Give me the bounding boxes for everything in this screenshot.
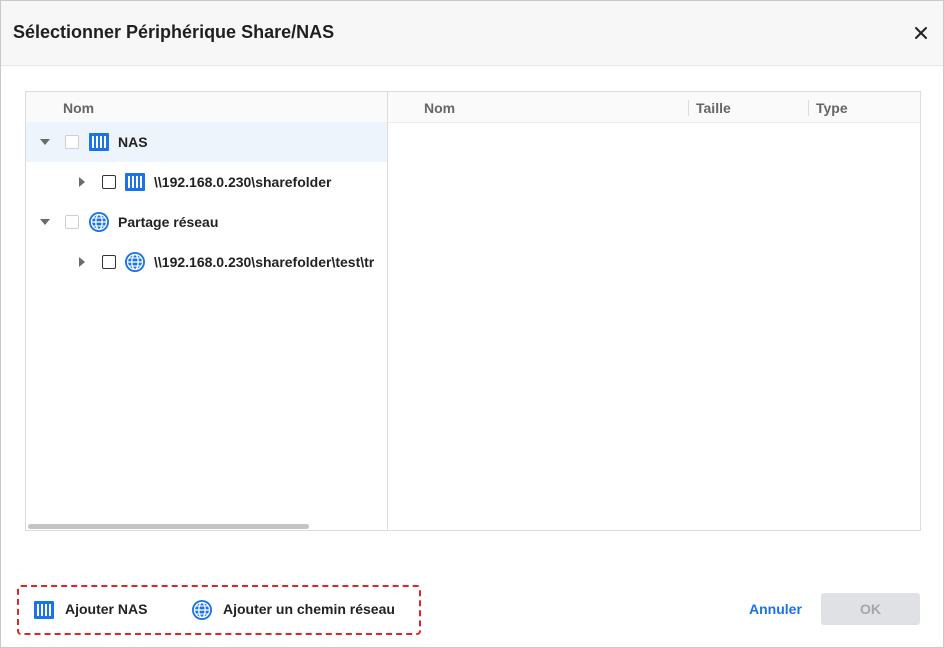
list-header: Nom Taille Type — [388, 92, 920, 123]
close-button[interactable] — [907, 19, 935, 47]
select-share-nas-dialog: Sélectionner Périphérique Share/NAS Nom — [0, 0, 944, 648]
add-actions-group: Ajouter NAS Ajouter un chemin réseau — [17, 585, 421, 635]
tree-header: Nom — [26, 92, 387, 122]
expand-arrow-icon[interactable] — [39, 216, 51, 228]
column-separator[interactable] — [688, 100, 689, 116]
tree-column-name[interactable]: Nom — [63, 100, 94, 116]
nas-icon — [34, 601, 54, 619]
add-nas-label: Ajouter NAS — [65, 601, 148, 617]
tree-item-checkbox[interactable] — [102, 175, 116, 189]
add-nas-button[interactable]: Ajouter NAS — [33, 597, 163, 623]
expand-arrow-icon[interactable] — [39, 136, 51, 148]
tree-item-network-path[interactable]: \\192.168.0.230\sharefolder\test\tr — [26, 242, 387, 282]
ok-button[interactable]: OK — [821, 593, 920, 625]
tree-item-nas-sharefolder[interactable]: \\192.168.0.230\sharefolder — [26, 162, 387, 202]
add-network-path-label: Ajouter un chemin réseau — [223, 601, 395, 617]
browser-panel: Nom NAS \\192.168.0.230\sharefolder Part… — [25, 91, 921, 531]
tree-item-label: \\192.168.0.230\sharefolder — [154, 174, 332, 190]
close-icon — [915, 27, 927, 39]
column-header-size[interactable]: Taille — [696, 100, 731, 116]
dialog-title: Sélectionner Périphérique Share/NAS — [13, 22, 335, 42]
collapse-arrow-icon[interactable] — [76, 176, 88, 188]
column-header-type[interactable]: Type — [816, 100, 848, 116]
content-list: Nom Taille Type — [388, 92, 920, 530]
tree-item-nas[interactable]: NAS — [26, 122, 387, 162]
globe-icon — [125, 252, 145, 272]
collapse-arrow-icon[interactable] — [76, 256, 88, 268]
tree-item-checkbox[interactable] — [65, 215, 79, 229]
tree-item-label: Partage réseau — [118, 214, 219, 230]
nas-icon — [89, 133, 109, 151]
title-bar: Sélectionner Périphérique Share/NAS — [1, 1, 943, 66]
globe-icon — [192, 600, 212, 620]
nas-icon — [125, 173, 145, 191]
column-header-name[interactable]: Nom — [424, 100, 455, 116]
cancel-button[interactable]: Annuler — [749, 601, 802, 617]
add-network-path-button[interactable]: Ajouter un chemin réseau — [191, 597, 413, 623]
device-tree: Nom NAS \\192.168.0.230\sharefolder Part… — [26, 92, 388, 530]
tree-item-checkbox[interactable] — [65, 135, 79, 149]
horizontal-scrollbar[interactable] — [28, 524, 309, 529]
column-separator[interactable] — [808, 100, 809, 116]
tree-item-checkbox[interactable] — [102, 255, 116, 269]
tree-item-network-share[interactable]: Partage réseau — [26, 202, 387, 242]
globe-icon — [89, 212, 109, 232]
tree-item-label: NAS — [118, 134, 148, 150]
tree-item-label: \\192.168.0.230\sharefolder\test\tr — [154, 254, 375, 270]
